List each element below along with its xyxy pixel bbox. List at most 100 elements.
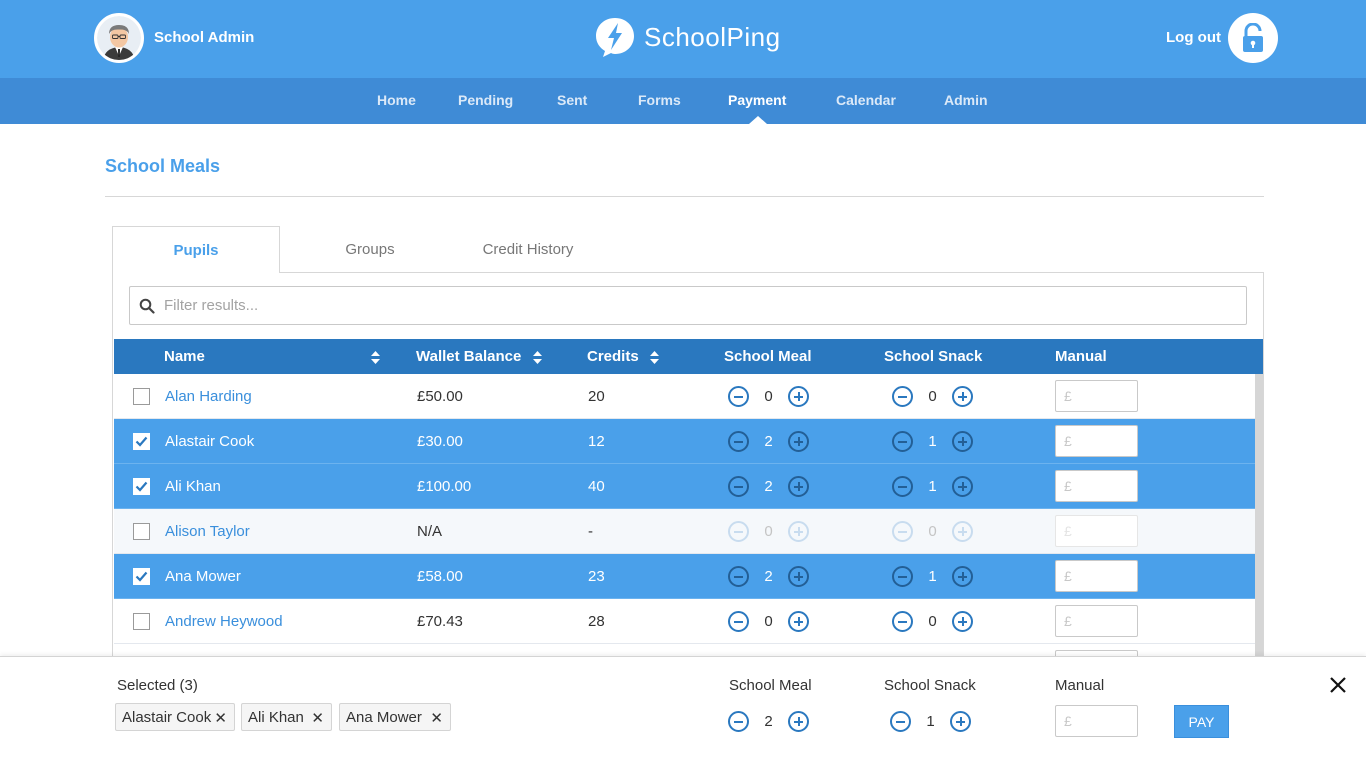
minus-icon[interactable] [892, 386, 913, 407]
sort-icon[interactable] [533, 351, 542, 364]
plus-icon[interactable] [952, 611, 973, 632]
table-row[interactable]: Alastair Cook £30.00 12 2 1 [114, 419, 1255, 464]
manual-amount-input[interactable] [1056, 561, 1137, 591]
pupil-name-link[interactable]: Ali Khan [165, 478, 221, 495]
tab-pupils[interactable]: Pupils [112, 226, 280, 273]
plus-icon[interactable] [788, 431, 809, 452]
manual-amount-input[interactable] [1056, 381, 1137, 411]
manual-amount-input[interactable] [1056, 426, 1137, 456]
nav-sent[interactable]: Sent [557, 92, 587, 108]
schoolping-logo[interactable]: SchoolPing [594, 16, 781, 58]
school-meal-value: 0 [764, 523, 773, 540]
bulk-snack-label: School Snack [884, 677, 976, 694]
minus-icon[interactable] [728, 611, 749, 632]
table-row[interactable]: Alison Taylor N/A - 0 0 [114, 509, 1255, 554]
selected-count: Selected (3) [117, 677, 198, 694]
pay-button[interactable]: PAY [1174, 705, 1229, 738]
bulk-snack-value: 1 [926, 713, 935, 730]
manual-amount-input[interactable] [1056, 606, 1137, 636]
school-snack-value: 1 [928, 568, 937, 585]
row-checkbox[interactable] [133, 613, 150, 630]
table-scrollbar[interactable] [1255, 374, 1263, 657]
plus-icon[interactable] [952, 386, 973, 407]
school-meal-stepper: 2 [728, 566, 809, 588]
row-checkbox[interactable] [133, 523, 150, 540]
table-row[interactable]: Ali Khan £100.00 40 2 1 [114, 464, 1255, 509]
school-meal-stepper: 2 [728, 476, 809, 498]
table-row[interactable]: Ana Mower £58.00 23 2 1 [114, 554, 1255, 599]
row-checkbox[interactable] [133, 478, 150, 495]
remove-chip-icon[interactable]: ✕ [214, 709, 227, 727]
school-snack-stepper: 0 [892, 386, 973, 408]
row-checkbox[interactable] [133, 568, 150, 585]
pupil-name-link[interactable]: Alan Harding [165, 388, 252, 405]
minus-icon[interactable] [892, 611, 913, 632]
school-meal-value: 0 [764, 613, 773, 630]
plus-icon[interactable] [788, 711, 809, 732]
close-icon[interactable] [1328, 675, 1348, 695]
credits: 12 [588, 433, 605, 450]
minus-icon[interactable] [892, 431, 913, 452]
minus-icon[interactable] [892, 476, 913, 497]
sort-icon[interactable] [371, 351, 380, 364]
remove-chip-icon[interactable]: ✕ [430, 709, 443, 727]
manual-amount-field [1055, 560, 1138, 592]
pupil-name-link[interactable]: Ana Mower [165, 568, 241, 585]
bulk-snack-stepper: 1 [890, 711, 971, 733]
bulk-meal-stepper: 2 [728, 711, 809, 733]
school-snack-value: 1 [928, 478, 937, 495]
top-header: School Admin SchoolPing Log out [0, 0, 1366, 78]
minus-icon[interactable] [890, 711, 911, 732]
remove-chip-icon[interactable]: ✕ [311, 709, 324, 727]
pupil-name-link[interactable]: Alastair Cook [165, 433, 254, 450]
minus-icon[interactable] [728, 711, 749, 732]
nav-admin[interactable]: Admin [944, 92, 988, 108]
school-snack-stepper: 0 [892, 521, 973, 543]
nav-calendar[interactable]: Calendar [836, 92, 896, 108]
table-row[interactable]: Alan Harding £50.00 20 0 0 [114, 374, 1255, 419]
minus-icon[interactable] [728, 476, 749, 497]
minus-icon[interactable] [728, 431, 749, 452]
page-title: School Meals [105, 156, 221, 176]
tab-credit-history[interactable]: Credit History [458, 226, 598, 273]
pupil-name-link[interactable]: Andrew Heywood [165, 613, 283, 630]
active-nav-indicator [749, 116, 767, 124]
logout-button[interactable] [1228, 13, 1278, 63]
plus-icon [788, 521, 809, 542]
main-nav: Home Pending Sent Forms Payment Calendar… [0, 78, 1366, 124]
nav-forms[interactable]: Forms [638, 92, 681, 108]
sort-icon[interactable] [650, 351, 659, 364]
plus-icon[interactable] [952, 476, 973, 497]
plus-icon[interactable] [788, 386, 809, 407]
plus-icon[interactable] [788, 566, 809, 587]
logout-link[interactable]: Log out [1166, 29, 1221, 46]
filter-input[interactable] [164, 287, 1234, 324]
nav-payment[interactable]: Payment [728, 92, 786, 108]
plus-icon[interactable] [788, 611, 809, 632]
plus-icon[interactable] [952, 566, 973, 587]
manual-amount-input[interactable] [1056, 471, 1137, 501]
user-avatar[interactable] [94, 13, 144, 63]
pupil-name-link[interactable]: Alison Taylor [165, 523, 250, 540]
minus-icon[interactable] [728, 386, 749, 407]
minus-icon[interactable] [892, 566, 913, 587]
column-credits[interactable]: Credits [587, 348, 639, 365]
tab-groups[interactable]: Groups [310, 226, 430, 273]
bulk-manual-input[interactable] [1056, 706, 1137, 736]
plus-icon[interactable] [950, 711, 971, 732]
nav-home[interactable]: Home [377, 92, 416, 108]
nav-pending[interactable]: Pending [458, 92, 513, 108]
manual-amount-field [1055, 605, 1138, 637]
column-name[interactable]: Name [164, 348, 205, 365]
table-row[interactable]: Andrew Heywood £70.43 28 0 0 [114, 599, 1255, 644]
checkmark-icon [135, 481, 148, 492]
plus-icon[interactable] [788, 476, 809, 497]
row-checkbox[interactable] [133, 433, 150, 450]
row-checkbox[interactable] [133, 388, 150, 405]
column-wallet-balance[interactable]: Wallet Balance [416, 348, 521, 365]
school-snack-value: 0 [928, 388, 937, 405]
minus-icon[interactable] [728, 566, 749, 587]
chip-label: Alastair Cook [122, 708, 212, 726]
plus-icon[interactable] [952, 431, 973, 452]
wallet-balance: £58.00 [417, 568, 463, 585]
